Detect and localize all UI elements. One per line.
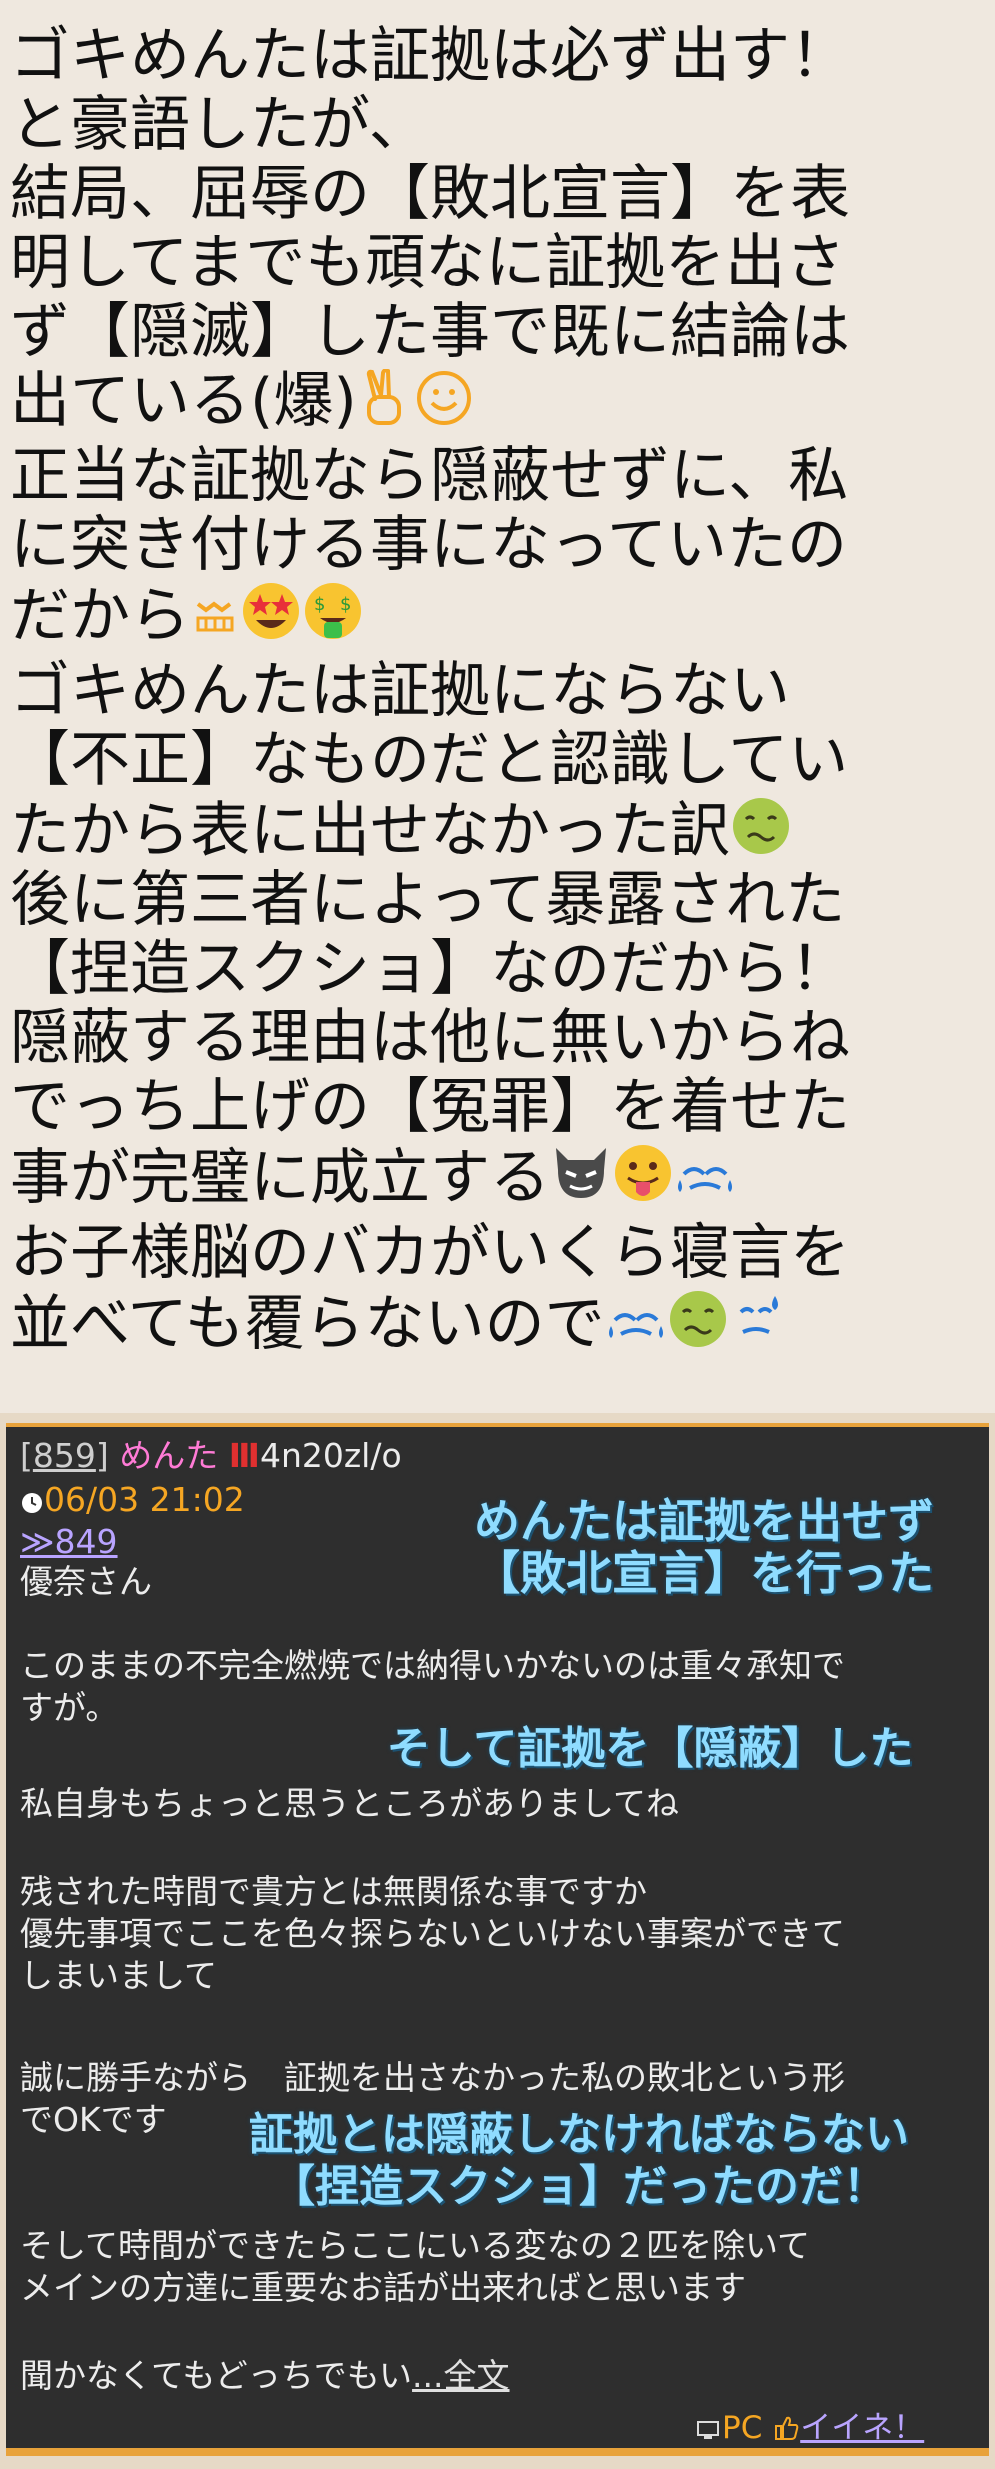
post-datetime: 06/03 21:02 [44,1480,245,1519]
post-screenshot: [859] めんた Ⅲ4n20zl/o 06/03 21:02 ≫849 優奈さ… [0,1413,995,2469]
post-body-line: しまいまして [20,1956,218,1995]
annotation-line: 【敗北宣言】を行った [474,1546,934,1600]
text-segment: 事が完璧に成立する [10,1143,550,1213]
post-body-line: でOKです [20,2100,167,2139]
svg-text:$: $ [340,594,351,615]
svg-text:$: $ [314,594,325,615]
text-line: ゴキめんたは証拠は必ず出す！ [10,21,850,91]
poster-id: 4n20zl/o [259,1436,402,1475]
post-body-last: 聞かなくてもどっちでもい...全文 [20,2355,510,2397]
post-body-text: 聞かなくてもどっちでもい [20,2356,413,2395]
grimace-icon [190,584,240,642]
reply-link[interactable]: ≫849 [20,1521,118,1563]
text-line: 出ている(爆) [10,367,990,436]
paragraph-3: ゴキめんたは証拠にならない 【不正】なものだと認識してい たから表に出せなかった… [10,657,990,1213]
post-body-line: メインの方達に重要なお話が出来ればと思います [20,2268,746,2307]
post-date-row: 06/03 21:02 [20,1479,245,1525]
post-number[interactable]: 859 [33,1436,96,1475]
text-line: お子様脳のバカがいくら寝言を [10,1218,850,1288]
text-line: ゴキめんたは証拠にならない [10,656,790,726]
text-line: 隠蔽する理由は他に無いからね [10,1003,850,1073]
devil-icon [550,1142,612,1204]
like-link[interactable]: イイネ！ [800,2410,924,2446]
annotation-line: 証拠とは隠蔽しなければならない [249,2109,909,2160]
post-box: [859] めんた Ⅲ4n20zl/o 06/03 21:02 ≫849 優奈さ… [6,1423,989,2456]
annotation-defeat: めんたは証拠を出せず 【敗北宣言】を行った [424,1495,984,1599]
text-segment: 出ている(爆) [10,366,357,436]
paragraph-2: 正当な証拠なら隠蔽せずに、私 に突き付ける事になっていたの だから $ $ [10,442,990,651]
post-body-line: すが。 [20,1688,119,1727]
text-segment: たから表に出せなかった訳 [10,796,730,866]
money-face-icon: $ $ [302,580,364,642]
read-more-link[interactable]: ...全文 [412,2356,509,2395]
text-segment: だから [10,581,190,651]
clock-icon [20,1483,44,1525]
text-line: だから $ $ [10,580,990,651]
pc-label: PC [722,2410,763,2446]
text-line: 並べても覆らないので [10,1288,990,1359]
text-line: 後に第三者によって暴露された [10,865,846,935]
post-header: [859] めんた Ⅲ4n20zl/o [20,1436,402,1475]
paragraph-1: ゴキめんたは証拠は必ず出す！ と豪語したが、 結局、屈辱の【敗北宣言】を表 明し… [10,22,990,436]
post-footer: PC イイネ！ [696,2407,924,2453]
annotation-line: めんたは証拠を出せず [474,1494,934,1548]
victory-hand-icon [357,369,415,427]
post-body-line: 優先事項でここを色々探らないといけない事案ができて [20,1914,845,1953]
post-greeting: 優奈さん [20,1562,152,1601]
nauseated-face-icon [730,795,792,857]
text-line: たから表に出せなかった訳 [10,795,990,866]
text-line: ず【隠滅】した事で既に結論は [10,297,850,367]
sweat-icon [605,1300,667,1350]
text-line: 【捏造スクショ】なのだから！ [10,934,850,1004]
thumbs-up-icon[interactable] [772,2411,800,2453]
star-eyes-icon [240,580,302,642]
text-line: 【不正】なものだと認識してい [10,725,849,795]
post-body-line: 残された時間で貴方とは無関係な事ですか [20,1872,647,1911]
sweat-icon [674,1154,736,1204]
poster-name: めんた [119,1436,219,1475]
annotation-concealed: そして証拠を【隠蔽】した [386,1723,914,1774]
annotation-line: 【捏造スクショ】だったのだ！ [271,2161,887,2212]
main-message: ゴキめんたは証拠は必ず出す！ と豪語したが、 結局、屈辱の【敗北宣言】を表 明し… [10,22,990,1365]
text-line: でっち上げの【冤罪】を着せた [10,1072,850,1142]
smiley-icon [415,369,473,427]
id-icon: Ⅲ [228,1436,260,1475]
paragraph-4: お子様脳のバカがいくら寝言を 並べても覆らないので [10,1219,990,1359]
post-body-line: 私自身もちょっと思うところがありましてね [20,1784,680,1823]
text-line: 結局、屈辱の【敗北宣言】を表 [10,159,850,229]
text-line: 正当な証拠なら隠蔽せずに、私 [10,441,849,511]
text-line: 明してまでも頑なに証拠を出さ [10,228,846,298]
text-line: に突き付ける事になっていたの [10,510,847,580]
tongue-face-icon [612,1142,674,1204]
post-body-line: このままの不完全燃焼では納得いかないのは重々承知で [20,1646,845,1685]
text-segment: 並べても覆らないので [10,1289,605,1359]
post-body-line: 誠に勝手ながら 証拠を出さなかった私の敗北という形 [20,2058,845,2097]
post-body-line: そして時間ができたらここにいる変なの２匹を除いて [20,2226,811,2265]
pc-icon [696,2411,722,2453]
nauseated-face-icon [667,1288,729,1350]
text-line: と豪語したが、 [10,90,429,160]
annotation-fabricated: 証拠とは隠蔽しなければならない 【捏造スクショ】だったのだ！ [174,2109,984,2213]
sweat-icon [729,1292,783,1350]
text-line: 事が完璧に成立する [10,1142,990,1213]
